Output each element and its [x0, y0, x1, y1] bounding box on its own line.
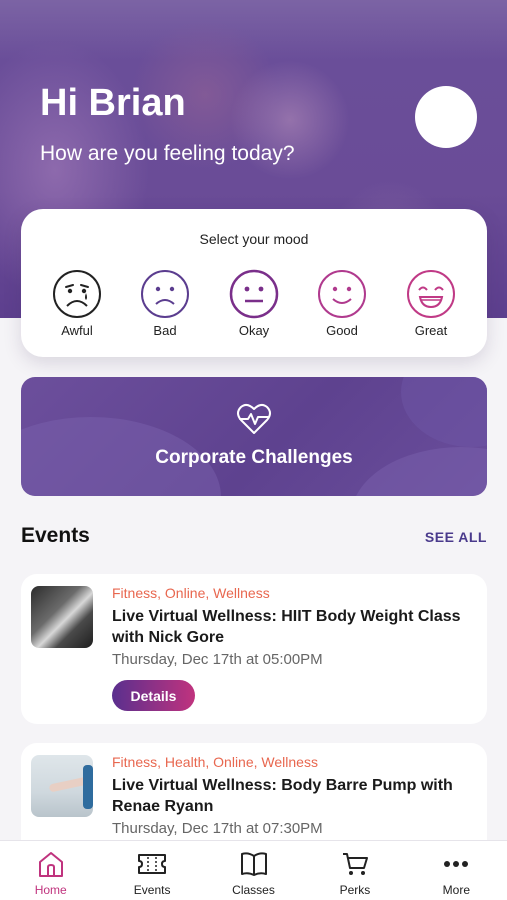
greeting-title: Hi Brian [40, 82, 186, 124]
events-section-title: Events [21, 524, 90, 547]
event-title: Live Virtual Wellness: Body Barre Pump w… [112, 777, 453, 815]
nav-label: Events [133, 883, 171, 897]
mood-option-great[interactable]: Great [398, 269, 464, 338]
mood-title: Select your mood [199, 231, 309, 247]
sad-face-icon [141, 270, 189, 318]
heart-pulse-icon [237, 403, 271, 434]
challenges-label: Corporate Challenges [155, 447, 353, 468]
nav-item-events[interactable]: Events [101, 841, 202, 900]
mood-label: Awful [61, 323, 93, 338]
neutral-face-icon [229, 269, 279, 319]
smile-face-icon [318, 270, 366, 318]
event-thumbnail [31, 755, 93, 817]
nav-item-perks[interactable]: Perks [304, 841, 405, 900]
nav-item-classes[interactable]: Classes [203, 841, 304, 900]
nav-item-more[interactable]: More [406, 841, 507, 900]
mood-label: Bad [153, 323, 177, 338]
greeting-subtitle: How are you feeling today? [40, 142, 295, 165]
mood-label: Okay [238, 323, 270, 338]
avatar[interactable] [415, 86, 477, 148]
mood-label: Great [414, 323, 448, 338]
home-icon [38, 852, 63, 877]
awful-face-icon [53, 270, 101, 318]
mood-option-good[interactable]: Good [309, 269, 375, 338]
event-tags: Fitness, Health, Online, Wellness [112, 754, 318, 770]
event-date: Thursday, Dec 17th at 05:00PM [112, 651, 323, 668]
ticket-icon [138, 854, 167, 874]
mood-option-awful[interactable]: Awful [44, 269, 110, 338]
event-thumbnail [31, 586, 93, 648]
nav-label: Classes [232, 883, 275, 897]
nav-label: More [442, 883, 470, 897]
event-card[interactable]: Fitness, Online, Wellness Live Virtual W… [21, 574, 487, 724]
nav-label: Home [34, 883, 67, 897]
mood-option-okay[interactable]: Okay [221, 269, 287, 338]
event-tags: Fitness, Online, Wellness [112, 585, 270, 601]
mood-label: Good [326, 323, 358, 338]
nav-label: Perks [339, 883, 371, 897]
mood-option-bad[interactable]: Bad [132, 269, 198, 338]
nav-item-home[interactable]: Home [0, 841, 101, 900]
book-icon [240, 852, 267, 876]
event-date: Thursday, Dec 17th at 07:30PM [112, 820, 323, 837]
corporate-challenges-banner[interactable]: Corporate Challenges [21, 377, 487, 496]
mood-selector-card: Select your mood Awful Bad Okay Good Gre… [21, 209, 487, 357]
details-button[interactable]: Details [112, 680, 195, 711]
bottom-navigation: Home Events Classes Perks More [0, 840, 507, 900]
laughing-face-icon [407, 270, 455, 318]
see-all-link[interactable]: SEE ALL [425, 529, 487, 545]
more-dots-icon [444, 861, 469, 867]
event-title: Live Virtual Wellness: HIIT Body Weight … [112, 608, 461, 646]
cart-icon [342, 853, 368, 875]
